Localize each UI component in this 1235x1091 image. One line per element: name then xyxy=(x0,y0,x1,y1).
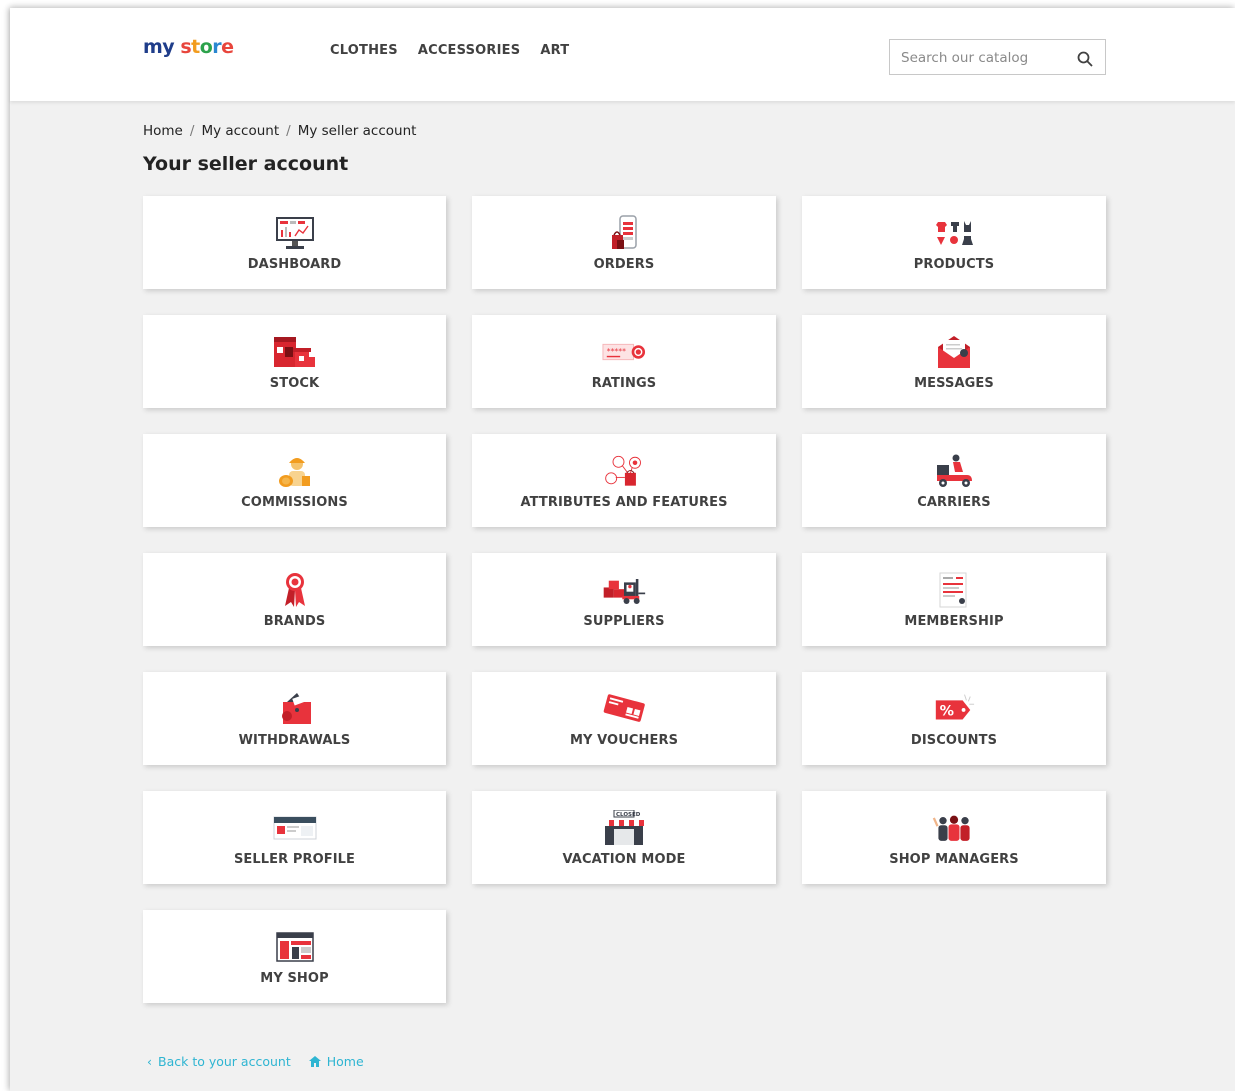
svg-text:*****: ***** xyxy=(607,347,626,356)
membership-icon xyxy=(932,572,976,608)
my-shop-icon xyxy=(273,929,317,965)
card-ratings[interactable]: ***** RATINGS xyxy=(472,315,776,408)
home-link[interactable]: Home xyxy=(308,1054,364,1069)
products-icon xyxy=(932,215,976,251)
card-label: DASHBOARD xyxy=(247,257,342,272)
home-link-label: Home xyxy=(326,1054,364,1069)
card-label: RATINGS xyxy=(591,376,657,391)
search-icon[interactable] xyxy=(1077,51,1093,67)
breadcrumb-my-account[interactable]: My account xyxy=(201,123,279,139)
breadcrumb-separator: / xyxy=(189,123,195,139)
card-label: PRODUCTS xyxy=(913,257,995,272)
shop-managers-icon xyxy=(932,810,976,846)
chevron-left-icon: ‹ xyxy=(147,1054,152,1069)
card-label: MY VOUCHERS xyxy=(569,733,679,748)
card-my-vouchers[interactable]: MY VOUCHERS xyxy=(472,672,776,765)
back-to-account-label: Back to your account xyxy=(158,1054,291,1069)
breadcrumb-home[interactable]: Home xyxy=(143,123,183,139)
discounts-icon: % xyxy=(932,691,976,727)
card-shop-managers[interactable]: SHOP MANAGERS xyxy=(802,791,1106,884)
suppliers-icon xyxy=(602,572,646,608)
card-label: STOCK xyxy=(269,376,320,391)
card-messages[interactable]: MESSAGES xyxy=(802,315,1106,408)
nav-accessories[interactable]: ACCESSORIES xyxy=(418,43,521,58)
card-label: DISCOUNTS xyxy=(910,733,998,748)
card-membership[interactable]: MEMBERSHIP xyxy=(802,553,1106,646)
site-header: my store CLOTHES ACCESSORIES ART xyxy=(10,8,1235,101)
commissions-icon xyxy=(273,453,317,489)
store-logo[interactable]: my store xyxy=(143,36,234,58)
brands-icon xyxy=(273,572,317,608)
card-brands[interactable]: BRANDS xyxy=(143,553,446,646)
card-orders[interactable]: ORDERS xyxy=(472,196,776,289)
card-label: BRANDS xyxy=(263,614,326,629)
card-seller-profile[interactable]: SELLER PROFILE xyxy=(143,791,446,884)
card-label: SHOP MANAGERS xyxy=(889,852,1019,867)
messages-icon xyxy=(932,334,976,370)
dashboard-icon xyxy=(273,215,317,251)
main-nav: CLOTHES ACCESSORIES ART xyxy=(330,43,569,58)
card-attributes[interactable]: ATTRIBUTES AND FEATURES xyxy=(472,434,776,527)
card-label: MEMBERSHIP xyxy=(904,614,1004,629)
vacation-mode-icon: CLOSED xyxy=(602,810,646,846)
seller-profile-icon xyxy=(273,810,317,846)
card-label: ATTRIBUTES AND FEATURES xyxy=(520,495,728,510)
card-carriers[interactable]: CARRIERS xyxy=(802,434,1106,527)
card-label: WITHDRAWALS xyxy=(238,733,351,748)
card-suppliers[interactable]: SUPPLIERS xyxy=(472,553,776,646)
card-label: ORDERS xyxy=(593,257,655,272)
breadcrumb: Home / My account / My seller account xyxy=(143,123,416,139)
page-frame: my store CLOTHES ACCESSORIES ART Home / My… xyxy=(10,8,1235,1091)
vouchers-icon xyxy=(602,691,646,727)
nav-clothes[interactable]: CLOTHES xyxy=(330,43,398,58)
ratings-icon: ***** xyxy=(602,334,646,370)
closed-sign-text: CLOSED xyxy=(616,812,641,818)
card-commissions[interactable]: COMMISSIONS xyxy=(143,434,446,527)
search-box xyxy=(889,39,1106,75)
card-withdrawals[interactable]: WITHDRAWALS xyxy=(143,672,446,765)
page-title: Your seller account xyxy=(143,153,349,175)
search-input[interactable] xyxy=(899,49,1073,67)
card-discounts[interactable]: % DISCOUNTS xyxy=(802,672,1106,765)
home-icon xyxy=(308,1056,321,1067)
seller-menu-grid: DASHBOARD ORDERS PRODUCTS STOCK ***** RA… xyxy=(143,196,1106,1003)
card-label: SUPPLIERS xyxy=(583,614,665,629)
card-label: MY SHOP xyxy=(260,971,329,986)
svg-text:%: % xyxy=(940,704,954,720)
card-label: MESSAGES xyxy=(914,376,994,391)
logo-store: store xyxy=(180,36,234,58)
orders-icon xyxy=(602,215,646,251)
card-dashboard[interactable]: DASHBOARD xyxy=(143,196,446,289)
logo-my: my xyxy=(143,36,175,58)
card-label: CARRIERS xyxy=(917,495,991,510)
card-label: COMMISSIONS xyxy=(241,495,348,510)
breadcrumb-seller-account: My seller account xyxy=(297,123,417,139)
carriers-icon xyxy=(932,453,976,489)
card-stock[interactable]: STOCK xyxy=(143,315,446,408)
card-products[interactable]: PRODUCTS xyxy=(802,196,1106,289)
footer-links: ‹ Back to your account Home xyxy=(147,1054,364,1069)
back-to-account-link[interactable]: ‹ Back to your account xyxy=(147,1054,291,1069)
card-label: SELLER PROFILE xyxy=(233,852,356,867)
card-label: VACATION MODE xyxy=(562,852,686,867)
stock-icon xyxy=(273,334,317,370)
card-my-shop[interactable]: MY SHOP xyxy=(143,910,446,1003)
card-vacation-mode[interactable]: CLOSED VACATION MODE xyxy=(472,791,776,884)
breadcrumb-separator: / xyxy=(286,123,291,139)
attributes-icon xyxy=(602,453,646,489)
nav-art[interactable]: ART xyxy=(540,43,569,58)
withdrawals-icon xyxy=(273,691,317,727)
